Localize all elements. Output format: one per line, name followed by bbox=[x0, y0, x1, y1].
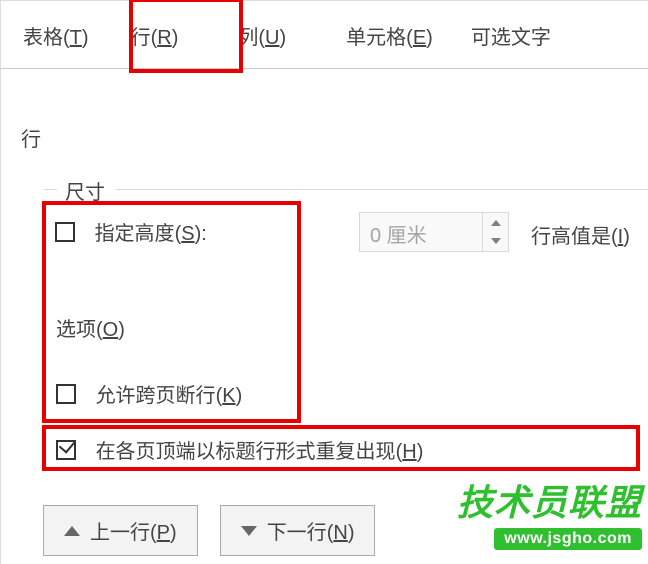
section-title-row: 行 bbox=[21, 123, 41, 152]
prev-row-label: 上一行(P) bbox=[90, 516, 177, 545]
tab-alt-label: 可选文字 bbox=[471, 27, 551, 49]
row-height-area: 指定高度(S): 0 厘米 行高值是(I) bbox=[55, 217, 648, 246]
tab-table-accel: T bbox=[70, 27, 82, 49]
watermark: 技术员联盟 www.jsgho.com bbox=[457, 474, 642, 550]
tab-row-label: 行 bbox=[131, 27, 151, 49]
tab-cell-label: 单元格 bbox=[346, 27, 406, 49]
tab-column-label: 列 bbox=[238, 27, 258, 49]
tab-row[interactable]: 行(R) bbox=[101, 1, 209, 68]
tab-cell[interactable]: 单元格(E) bbox=[316, 1, 453, 68]
options-group-legend: 选项(O) bbox=[56, 313, 125, 342]
tab-bar: 表格(T) 行(R) 列(U) 单元格(E) 可选文字 bbox=[1, 1, 648, 69]
prev-row-button[interactable]: 上一行(P) bbox=[43, 505, 198, 556]
tab-column-accel: U bbox=[265, 27, 279, 49]
tab-row-accel: R bbox=[157, 27, 171, 49]
size-group-border bbox=[43, 189, 648, 190]
watermark-title: 技术员联盟 bbox=[457, 474, 642, 526]
next-row-label: 下一行(N) bbox=[267, 516, 355, 545]
allow-break-label: 允许跨页断行(K) bbox=[96, 385, 243, 407]
tab-alt-text[interactable]: 可选文字 bbox=[453, 1, 555, 68]
allow-break-row: 允许跨页断行(K) bbox=[56, 379, 648, 408]
specify-height-label: 指定高度(S): bbox=[95, 223, 207, 245]
arrow-down-icon bbox=[241, 526, 257, 536]
allow-break-checkbox[interactable] bbox=[56, 384, 76, 404]
tab-column[interactable]: 列(U) bbox=[208, 1, 316, 68]
specify-height-checkbox[interactable] bbox=[55, 222, 75, 242]
row-height-spinner[interactable]: 0 厘米 bbox=[359, 212, 509, 252]
table-properties-dialog: 表格(T) 行(R) 列(U) 单元格(E) 可选文字 行 尺寸 指定高度(S)… bbox=[0, 0, 648, 564]
tab-table-label: 表格 bbox=[23, 27, 63, 49]
row-height-value: 0 厘米 bbox=[370, 219, 427, 248]
row-height-type-label: 行高值是(I) bbox=[531, 220, 630, 249]
size-group-legend: 尺寸 bbox=[61, 176, 109, 205]
tab-cell-accel: E bbox=[413, 27, 426, 49]
spinner-buttons[interactable] bbox=[482, 213, 508, 251]
repeat-header-label: 在各页顶端以标题行形式重复出现(H) bbox=[96, 441, 424, 463]
arrow-up-icon bbox=[64, 526, 80, 536]
tab-table[interactable]: 表格(T) bbox=[1, 1, 101, 68]
watermark-url: www.jsgho.com bbox=[494, 528, 642, 550]
next-row-button[interactable]: 下一行(N) bbox=[220, 505, 376, 556]
row-nav-buttons: 上一行(P) 下一行(N) bbox=[43, 505, 375, 556]
repeat-header-checkbox[interactable] bbox=[56, 440, 76, 460]
repeat-header-row: 在各页顶端以标题行形式重复出现(H) bbox=[56, 435, 648, 464]
